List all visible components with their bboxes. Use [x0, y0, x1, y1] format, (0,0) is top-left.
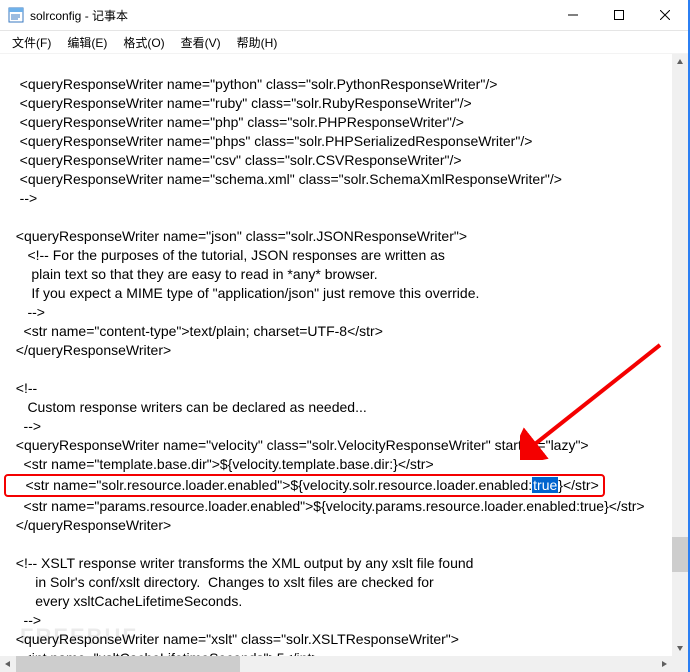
- close-button[interactable]: [642, 0, 688, 30]
- code-line: </queryResponseWriter>: [8, 342, 171, 358]
- code-line: <str name="params.resource.loader.enable…: [8, 498, 645, 514]
- notepad-icon: [8, 7, 24, 23]
- code-line: </queryResponseWriter>: [8, 517, 171, 533]
- code-line: -->: [8, 418, 41, 434]
- code-segment: <str name="solr.resource.loader.enabled"…: [10, 477, 532, 493]
- highlighted-line: <str name="solr.resource.loader.enabled"…: [4, 474, 605, 497]
- code-line: -->: [8, 190, 37, 206]
- code-line: <queryResponseWriter name="json" class="…: [8, 228, 467, 244]
- menu-format[interactable]: 格式(O): [117, 32, 170, 53]
- code-line: <queryResponseWriter name="phps" class="…: [8, 133, 532, 149]
- menu-bar: 文件(F) 编辑(E) 格式(O) 查看(V) 帮助(H): [0, 31, 688, 54]
- scroll-right-button[interactable]: [656, 656, 672, 672]
- code-line: <str name="content-type">text/plain; cha…: [8, 323, 383, 339]
- minimize-button[interactable]: [550, 0, 596, 30]
- code-line: <queryResponseWriter name="csv" class="s…: [8, 152, 462, 168]
- code-line: <queryResponseWriter name="velocity" cla…: [8, 437, 589, 453]
- horizontal-scroll-track[interactable]: [16, 656, 656, 672]
- scroll-down-button[interactable]: [672, 640, 688, 656]
- code-line: If you expect a MIME type of "applicatio…: [8, 285, 479, 301]
- code-line: <str name="template.base.dir">${velocity…: [8, 456, 434, 472]
- selected-text: true: [532, 477, 558, 493]
- code-line: Custom response writers can be declared …: [8, 399, 367, 415]
- code-line: every xsltCacheLifetimeSeconds.: [8, 593, 242, 609]
- scroll-corner: [672, 656, 688, 672]
- menu-view[interactable]: 查看(V): [175, 32, 227, 53]
- code-line: <queryResponseWriter name="xslt" class="…: [8, 631, 459, 647]
- code-line: plain text so that they are easy to read…: [8, 266, 378, 282]
- menu-edit[interactable]: 编辑(E): [61, 32, 113, 53]
- code-line: <!-- For the purposes of the tutorial, J…: [8, 247, 445, 263]
- code-line: in Solr's conf/xslt directory. Changes t…: [8, 574, 434, 590]
- code-line: <queryResponseWriter name="ruby" class="…: [8, 95, 472, 111]
- scroll-up-button[interactable]: [672, 54, 688, 70]
- code-line: <!-- XSLT response writer transforms the…: [8, 555, 473, 571]
- editor-area: <queryResponseWriter name="python" class…: [0, 54, 688, 672]
- code-line: <queryResponseWriter name="schema.xml" c…: [8, 171, 562, 187]
- code-line: <queryResponseWriter name="python" class…: [8, 76, 497, 92]
- scroll-left-button[interactable]: [0, 656, 16, 672]
- code-line: -->: [8, 304, 45, 320]
- code-line: -->: [8, 612, 41, 628]
- horizontal-scroll-thumb[interactable]: [16, 656, 240, 672]
- horizontal-scrollbar[interactable]: [0, 656, 672, 672]
- window-title: solrconfig - 记事本: [30, 7, 128, 24]
- vertical-scroll-thumb[interactable]: [672, 537, 688, 571]
- maximize-button[interactable]: [596, 0, 642, 30]
- vertical-scroll-track[interactable]: [672, 70, 688, 640]
- menu-file[interactable]: 文件(F): [6, 32, 57, 53]
- code-line: <!--: [8, 380, 37, 396]
- menu-help[interactable]: 帮助(H): [231, 32, 284, 53]
- text-editor[interactable]: <queryResponseWriter name="python" class…: [0, 54, 672, 656]
- code-segment: }</str>: [558, 477, 598, 493]
- title-bar: solrconfig - 记事本: [0, 0, 688, 31]
- code-line: <queryResponseWriter name="php" class="s…: [8, 114, 464, 130]
- notepad-window: solrconfig - 记事本 文件(F) 编辑(E) 格式(O) 查看(V)…: [0, 0, 690, 672]
- vertical-scrollbar[interactable]: [672, 54, 688, 656]
